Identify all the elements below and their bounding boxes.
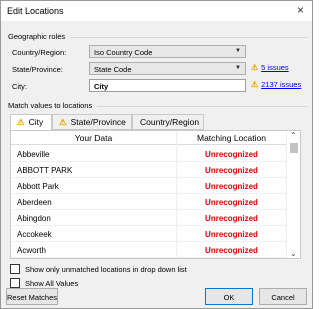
warning-triangle-icon: ⚠ (251, 80, 259, 89)
city-issues-link[interactable]: 2137 issues (261, 80, 301, 89)
state-province-label: State/Province: (12, 65, 63, 74)
tab-city[interactable]: ⚠ City (10, 114, 52, 131)
country-region-dropdown[interactable]: Iso Country Code ▼ (89, 45, 246, 58)
city-field[interactable]: City (89, 79, 246, 92)
warning-triangle-icon: ⚠ (17, 117, 25, 127)
section-divider (71, 37, 308, 38)
grid-rows: Abbeville Unrecognized ABBOTT PARK Unrec… (11, 146, 286, 258)
matching-location-cell[interactable]: Unrecognized (177, 150, 286, 159)
column-your-data[interactable]: Your Data (11, 133, 176, 143)
matching-location-cell[interactable]: Unrecognized (177, 166, 286, 175)
title-bar: Edit Locations × (1, 1, 312, 21)
your-data-cell: Abingdon (17, 214, 51, 223)
cancel-button[interactable]: Cancel (259, 288, 307, 305)
table-row[interactable]: Aberdeen Unrecognized (11, 194, 286, 210)
ok-button[interactable]: OK (205, 288, 253, 305)
show-all-values-checkbox[interactable] (10, 278, 20, 288)
grid-header: Your Data Matching Location (11, 131, 286, 145)
scrollbar-thumb[interactable] (290, 143, 298, 153)
matching-location-cell[interactable]: Unrecognized (177, 182, 286, 191)
chevron-down-icon[interactable]: ⌄ (290, 249, 297, 258)
table-row[interactable]: Accokeek Unrecognized (11, 226, 286, 242)
state-issues[interactable]: ⚠ 5 issues (251, 63, 289, 72)
vertical-scrollbar[interactable]: ⌃ ⌄ (286, 131, 300, 258)
city-issues[interactable]: ⚠ 2137 issues (251, 80, 301, 89)
state-province-value: State Code (94, 65, 132, 74)
show-unmatched-label: Show only unmatched locations in drop do… (25, 265, 187, 274)
warning-triangle-icon: ⚠ (251, 63, 259, 72)
city-label: City: (12, 82, 27, 91)
edit-locations-dialog: Edit Locations × Geographic roles Countr… (0, 0, 313, 309)
geographic-roles-label: Geographic roles (8, 32, 66, 41)
table-row[interactable]: Abingdon Unrecognized (11, 210, 286, 226)
your-data-cell: Accokeek (17, 230, 52, 239)
state-province-dropdown[interactable]: State Code ▼ (89, 62, 246, 75)
tab-country-region-label: Country/Region (140, 117, 200, 127)
state-issues-link[interactable]: 5 issues (261, 63, 289, 72)
tab-state-province[interactable]: ⚠ State/Province (52, 114, 132, 130)
table-row[interactable]: Acworth Unrecognized (11, 242, 286, 258)
tab-city-label: City (28, 117, 44, 127)
tab-state-province-label: State/Province (70, 117, 126, 127)
country-region-label: Country/Region: (12, 48, 67, 57)
match-values-label: Match values to locations (8, 101, 93, 110)
matching-location-cell[interactable]: Unrecognized (177, 230, 286, 239)
your-data-cell: ABBOTT PARK (17, 166, 73, 175)
matching-location-cell[interactable]: Unrecognized (177, 246, 286, 255)
column-matching-location[interactable]: Matching Location (177, 133, 286, 143)
section-divider (97, 106, 308, 107)
chevron-down-icon: ▼ (235, 48, 241, 54)
table-row[interactable]: Abbott Park Unrecognized (11, 178, 286, 194)
window-title: Edit Locations (7, 6, 64, 16)
table-row[interactable]: Abbeville Unrecognized (11, 146, 286, 162)
chevron-up-icon[interactable]: ⌃ (290, 131, 297, 140)
matching-location-cell[interactable]: Unrecognized (177, 214, 286, 223)
your-data-cell: Aberdeen (17, 198, 52, 207)
match-grid: Your Data Matching Location Abbeville Un… (10, 130, 301, 259)
chevron-down-icon: ▼ (235, 65, 241, 71)
country-region-value: Iso Country Code (94, 48, 153, 57)
tab-country-region[interactable]: Country/Region (132, 114, 204, 130)
matching-location-cell[interactable]: Unrecognized (177, 198, 286, 207)
reset-matches-button[interactable]: Reset Matches (6, 288, 58, 305)
your-data-cell: Abbott Park (17, 182, 59, 191)
close-icon[interactable]: × (297, 3, 304, 17)
show-all-values-label: Show All Values (25, 279, 79, 288)
table-row[interactable]: ABBOTT PARK Unrecognized (11, 162, 286, 178)
show-unmatched-checkbox[interactable] (10, 264, 20, 274)
city-value: City (94, 82, 109, 91)
warning-triangle-icon: ⚠ (59, 117, 67, 127)
your-data-cell: Abbeville (17, 150, 50, 159)
your-data-cell: Acworth (17, 246, 46, 255)
